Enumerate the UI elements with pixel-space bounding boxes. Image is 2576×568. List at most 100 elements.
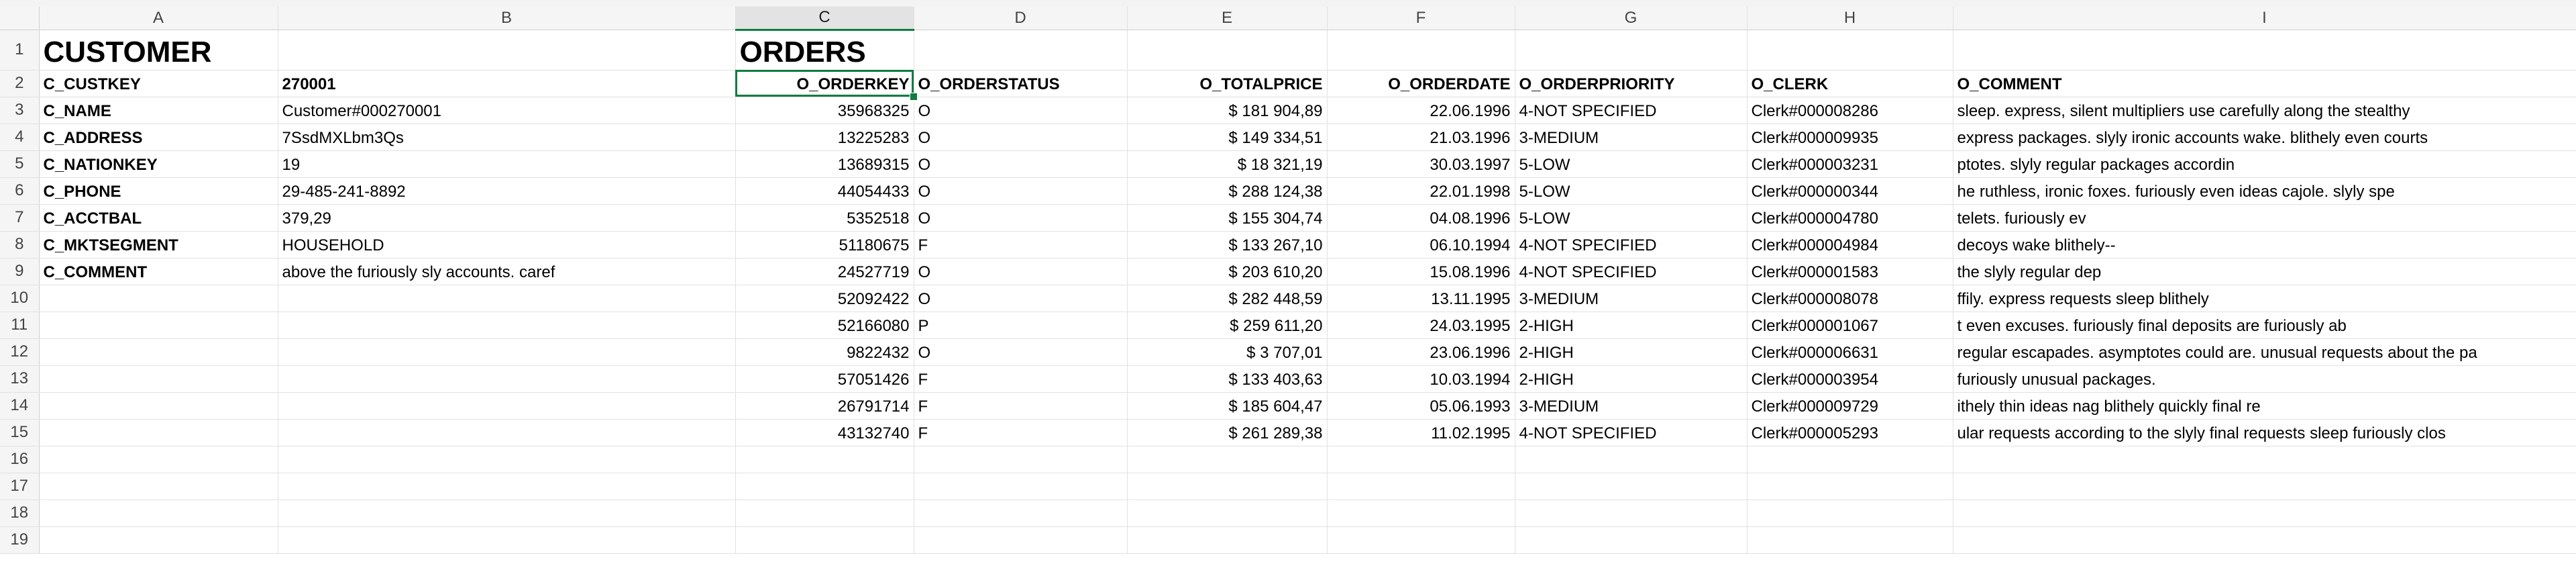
row-header[interactable]: 4: [0, 124, 40, 151]
cell-d16[interactable]: [914, 446, 1128, 473]
cell-e17[interactable]: [1127, 473, 1328, 500]
column-header[interactable]: H: [1747, 7, 1953, 30]
cell-f6[interactable]: 22.01.1998: [1327, 177, 1515, 205]
cell-c9[interactable]: 24527719: [735, 258, 914, 285]
cell-e4[interactable]: $ 149 334,51: [1127, 124, 1328, 151]
cell-h12[interactable]: Clerk#000006631: [1747, 338, 1953, 366]
cell-e9[interactable]: $ 203 610,20: [1127, 258, 1328, 285]
cell-i2[interactable]: O_COMMENT: [1953, 70, 2576, 97]
cell-b5[interactable]: 19: [278, 150, 736, 178]
cell-a5[interactable]: C_NATIONKEY: [39, 150, 278, 178]
row-header[interactable]: 2: [0, 70, 40, 97]
cell-i13[interactable]: furiously unusual packages.: [1953, 365, 2576, 393]
cell-b1[interactable]: [278, 30, 736, 70]
cell-e8[interactable]: $ 133 267,10: [1127, 231, 1328, 258]
cell-a12[interactable]: [39, 338, 278, 366]
cell-g14[interactable]: 3-MEDIUM: [1515, 392, 1748, 420]
cell-a13[interactable]: [39, 365, 278, 393]
cell-d1[interactable]: [914, 30, 1128, 70]
cell-g11[interactable]: 2-HIGH: [1515, 312, 1748, 339]
cell-b6[interactable]: 29-485-241-8892: [278, 177, 736, 205]
cell-c13[interactable]: 57051426: [735, 365, 914, 393]
cell-h19[interactable]: [1747, 526, 1953, 554]
cell-e14[interactable]: $ 185 604,47: [1127, 392, 1328, 420]
cell-c10[interactable]: 52092422: [735, 285, 914, 312]
cell-e3[interactable]: $ 181 904,89: [1127, 97, 1328, 124]
cell-d5[interactable]: O: [914, 150, 1128, 178]
cell-b3[interactable]: Customer#000270001: [278, 97, 736, 124]
cell-i11[interactable]: t even excuses. furiously final deposits…: [1953, 312, 2576, 339]
cell-d19[interactable]: [914, 526, 1128, 554]
row-header[interactable]: 5: [0, 150, 40, 178]
select-all-corner[interactable]: [0, 7, 40, 30]
cell-d6[interactable]: O: [914, 177, 1128, 205]
cell-i15[interactable]: ular requests according to the slyly fin…: [1953, 419, 2576, 446]
cell-f11[interactable]: 24.03.1995: [1327, 312, 1515, 339]
cell-a7[interactable]: C_ACCTBAL: [39, 204, 278, 232]
cell-h5[interactable]: Clerk#000003231: [1747, 150, 1953, 178]
cell-d12[interactable]: O: [914, 338, 1128, 366]
cell-f15[interactable]: 11.02.1995: [1327, 419, 1515, 446]
cell-i8[interactable]: decoys wake blithely--: [1953, 231, 2576, 258]
cell-g15[interactable]: 4-NOT SPECIFIED: [1515, 419, 1748, 446]
row-header[interactable]: 11: [0, 312, 40, 339]
cell-i5[interactable]: ptotes. slyly regular packages accordin: [1953, 150, 2576, 178]
cell-c1[interactable]: ORDERS: [735, 30, 914, 70]
cell-b19[interactable]: [278, 526, 736, 554]
cell-h1[interactable]: [1747, 30, 1953, 70]
cell-c16[interactable]: [735, 446, 914, 473]
cell-g5[interactable]: 5-LOW: [1515, 150, 1748, 178]
column-header[interactable]: C: [735, 7, 914, 31]
cell-a16[interactable]: [39, 446, 278, 473]
cell-b12[interactable]: [278, 338, 736, 366]
cell-a9[interactable]: C_COMMENT: [39, 258, 278, 285]
column-header[interactable]: A: [39, 7, 278, 30]
cell-a8[interactable]: C_MKTSEGMENT: [39, 231, 278, 258]
cell-g7[interactable]: 5-LOW: [1515, 204, 1748, 232]
cell-e1[interactable]: [1127, 30, 1328, 70]
row-header[interactable]: 15: [0, 419, 40, 446]
cell-d9[interactable]: O: [914, 258, 1128, 285]
cell-g18[interactable]: [1515, 500, 1748, 527]
cell-g19[interactable]: [1515, 526, 1748, 554]
cell-g4[interactable]: 3-MEDIUM: [1515, 124, 1748, 151]
cell-a19[interactable]: [39, 526, 278, 554]
cell-c18[interactable]: [735, 500, 914, 527]
cell-i4[interactable]: express packages. slyly ironic accounts …: [1953, 124, 2576, 151]
cell-d4[interactable]: O: [914, 124, 1128, 151]
cell-b4[interactable]: 7SsdMXLbm3Qs: [278, 124, 736, 151]
row-header[interactable]: 16: [0, 446, 40, 473]
cell-e19[interactable]: [1127, 526, 1328, 554]
cell-b11[interactable]: [278, 312, 736, 339]
cell-h11[interactable]: Clerk#000001067: [1747, 312, 1953, 339]
column-header[interactable]: D: [914, 7, 1128, 30]
cell-d8[interactable]: F: [914, 231, 1128, 258]
cell-h4[interactable]: Clerk#000009935: [1747, 124, 1953, 151]
cell-e5[interactable]: $ 18 321,19: [1127, 150, 1328, 178]
cell-f12[interactable]: 23.06.1996: [1327, 338, 1515, 366]
cell-d3[interactable]: O: [914, 97, 1128, 124]
cell-i16[interactable]: [1953, 446, 2576, 473]
cell-f10[interactable]: 13.11.1995: [1327, 285, 1515, 312]
cell-f9[interactable]: 15.08.1996: [1327, 258, 1515, 285]
cell-b8[interactable]: HOUSEHOLD: [278, 231, 736, 258]
cell-h2[interactable]: O_CLERK: [1747, 70, 1953, 97]
cell-g17[interactable]: [1515, 473, 1748, 500]
cell-h13[interactable]: Clerk#000003954: [1747, 365, 1953, 393]
row-header[interactable]: 18: [0, 500, 40, 527]
cell-f8[interactable]: 06.10.1994: [1327, 231, 1515, 258]
cell-d15[interactable]: F: [914, 419, 1128, 446]
cell-c4[interactable]: 13225283: [735, 124, 914, 151]
cell-b7[interactable]: 379,29: [278, 204, 736, 232]
column-header[interactable]: G: [1515, 7, 1748, 30]
cell-f4[interactable]: 21.03.1996: [1327, 124, 1515, 151]
cell-a18[interactable]: [39, 500, 278, 527]
cell-b10[interactable]: [278, 285, 736, 312]
row-header[interactable]: 13: [0, 365, 40, 393]
cell-g2[interactable]: O_ORDERPRIORITY: [1515, 70, 1748, 97]
fill-handle[interactable]: [910, 93, 918, 101]
cell-e16[interactable]: [1127, 446, 1328, 473]
cell-f19[interactable]: [1327, 526, 1515, 554]
cell-b2[interactable]: 270001: [278, 70, 736, 97]
cell-a11[interactable]: [39, 312, 278, 339]
